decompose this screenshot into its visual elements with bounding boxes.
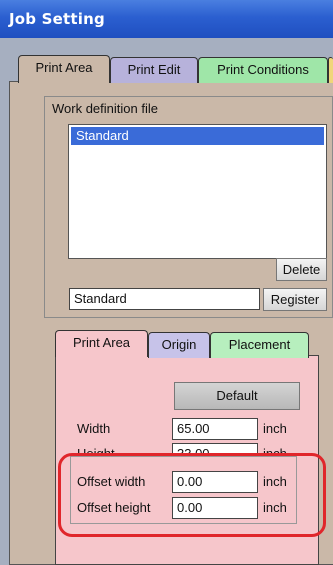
subtab-print-area[interactable]: Print Area <box>55 330 148 357</box>
tab-more[interactable] <box>328 57 333 83</box>
subtab-placement[interactable]: Placement <box>210 332 309 358</box>
tab-print-edit[interactable]: Print Edit <box>110 57 198 83</box>
tab-print-area[interactable]: Print Area <box>18 55 110 83</box>
highlight-ring <box>58 453 326 537</box>
tab-print-conditions[interactable]: Print Conditions <box>198 57 328 83</box>
subtab-origin[interactable]: Origin <box>148 332 210 358</box>
